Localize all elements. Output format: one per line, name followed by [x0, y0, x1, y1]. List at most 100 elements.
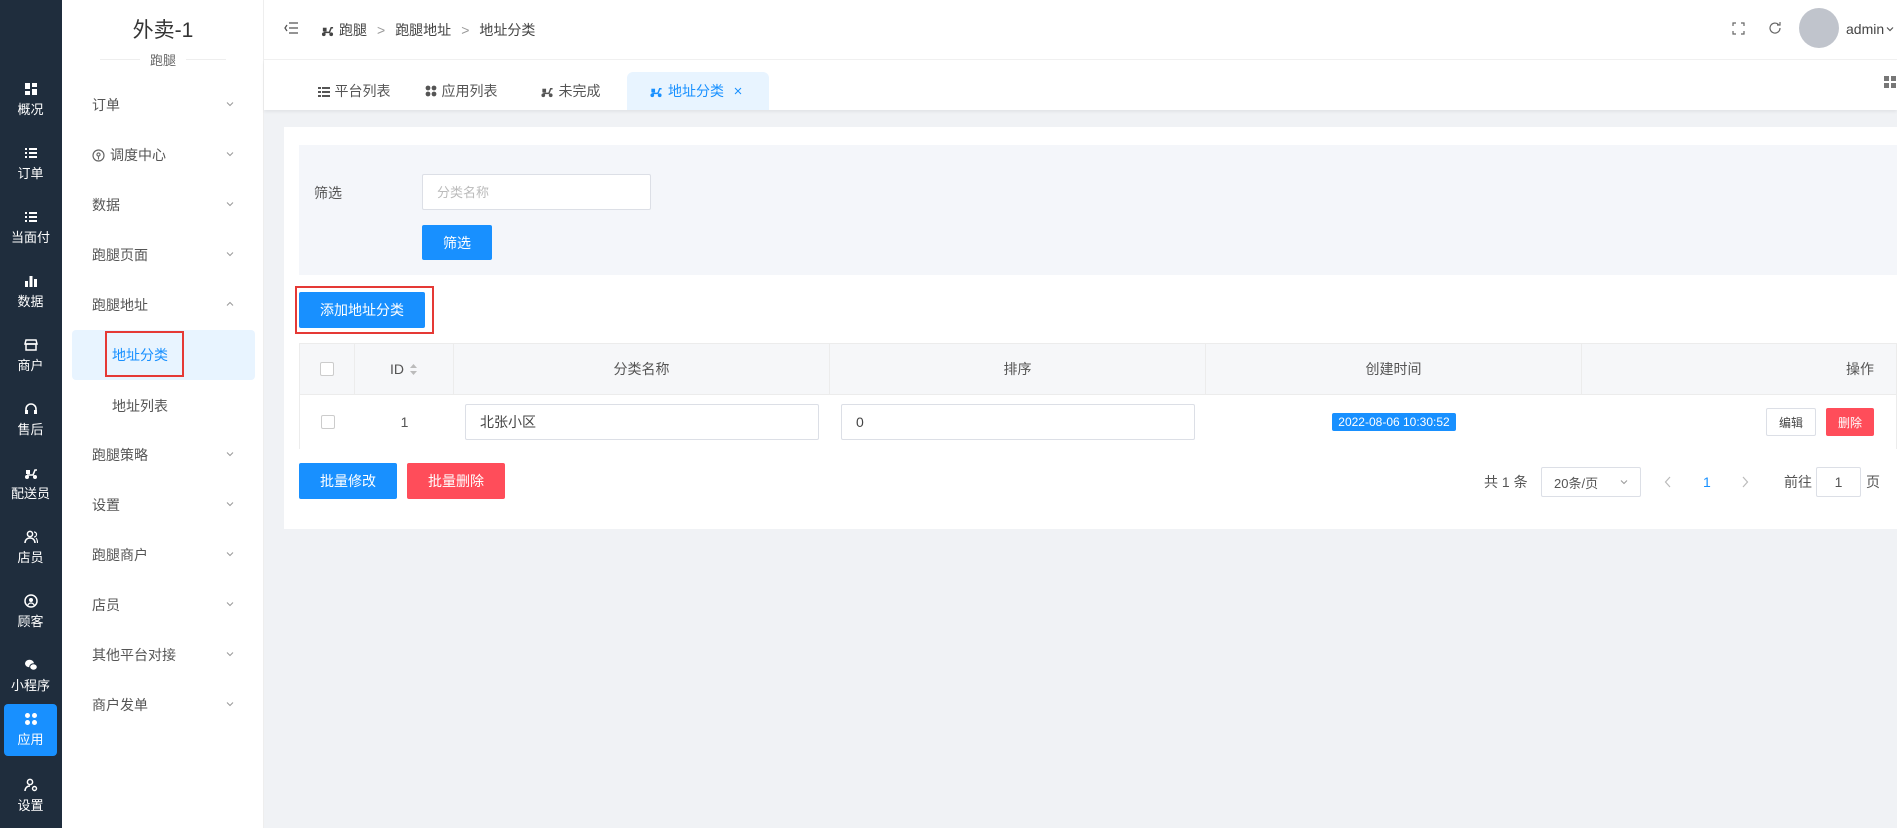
- row-id: 1: [400, 414, 409, 430]
- row-checkbox[interactable]: [320, 415, 335, 429]
- sort-order-field[interactable]: 0: [841, 404, 1195, 440]
- menu-label: 跑腿地址: [92, 297, 148, 313]
- breadcrumb-item[interactable]: 跑腿地址: [395, 20, 451, 40]
- rail-item-customer[interactable]: 顾客: [4, 586, 57, 638]
- row-actions-cell: 编辑 删除: [1582, 395, 1896, 449]
- menu-settings[interactable]: 设置: [62, 483, 264, 527]
- header-checkbox-cell: [300, 344, 355, 394]
- fullscreen-icon[interactable]: [1732, 22, 1745, 35]
- app-subtitle: 跑腿: [62, 50, 264, 69]
- rail-item-data[interactable]: 数据: [4, 266, 57, 318]
- rail-item-overview[interactable]: 概况: [4, 74, 57, 126]
- refresh-icon[interactable]: [1768, 21, 1782, 35]
- menu-label: 店员: [92, 597, 120, 613]
- submenu-address-list[interactable]: 地址列表: [72, 381, 255, 431]
- menu-errand-address[interactable]: 跑腿地址: [62, 283, 264, 327]
- filter-button[interactable]: 筛选: [422, 225, 492, 260]
- user-circle-icon: [23, 594, 38, 608]
- collapse-menu-icon[interactable]: [284, 22, 298, 34]
- header-id[interactable]: ID: [355, 344, 454, 394]
- chevron-up-icon: [226, 301, 234, 306]
- goto-page-input[interactable]: 1: [1816, 467, 1861, 497]
- tab-label: 应用列表: [441, 83, 498, 99]
- chevron-down-icon[interactable]: [1886, 25, 1894, 33]
- tab-incomplete[interactable]: 未完成: [536, 72, 604, 110]
- page-number-current[interactable]: 1: [1703, 467, 1711, 497]
- bulk-delete-button[interactable]: 批量删除: [407, 463, 505, 499]
- chevron-left-icon[interactable]: [1664, 476, 1672, 488]
- close-icon[interactable]: [734, 87, 742, 95]
- bulk-edit-button[interactable]: 批量修改: [299, 463, 397, 499]
- chevron-down-icon: [226, 502, 234, 507]
- menu-label: 地址列表: [112, 398, 168, 414]
- list-icon: [317, 86, 330, 97]
- rail-item-staff[interactable]: 店员: [4, 522, 57, 574]
- rail-label: 顾客: [17, 614, 44, 629]
- created-time-badge: 2022-08-06 10:30:52: [1332, 413, 1456, 431]
- highlight-box: [105, 331, 184, 377]
- chevron-down-icon: [226, 552, 234, 557]
- wechat-icon: [24, 659, 38, 671]
- chevron-right-icon[interactable]: [1741, 476, 1749, 488]
- rail-label: 售后: [17, 422, 44, 437]
- bar-chart-icon: [24, 276, 37, 287]
- dashboard-icon: [24, 83, 37, 95]
- rail-label: 小程序: [10, 678, 50, 693]
- pagination-total: 共 1 条: [1484, 474, 1528, 490]
- menu-staff[interactable]: 店员: [62, 583, 264, 627]
- row-name-cell: 北张小区: [454, 395, 830, 449]
- edit-button[interactable]: 编辑: [1765, 408, 1816, 436]
- menu-merchant-dispatch[interactable]: 商户发单: [62, 683, 264, 727]
- rail-label: 应用: [17, 732, 44, 747]
- filter-panel: [299, 145, 1897, 275]
- menu-errand-strategy[interactable]: 跑腿策略: [62, 433, 264, 477]
- table-row: 1 北张小区 0 2022-08-06 10:30:52 编辑 删除: [300, 395, 1896, 449]
- menu-data[interactable]: 数据: [62, 183, 264, 227]
- chevron-down-icon: [226, 252, 234, 257]
- tab-platform-list[interactable]: 平台列表: [314, 72, 394, 110]
- tab-address-category[interactable]: 地址分类: [627, 72, 769, 110]
- menu-label: 数据: [92, 197, 120, 213]
- menu-label: 商户发单: [92, 697, 148, 713]
- rail-item-orders[interactable]: 订单: [4, 138, 57, 190]
- menu-orders[interactable]: 订单: [62, 83, 264, 127]
- delete-button[interactable]: 删除: [1825, 408, 1874, 436]
- users-icon: [23, 530, 38, 544]
- page-size-value: 20条/页: [1554, 475, 1599, 491]
- menu-errand-pages[interactable]: 跑腿页面: [62, 233, 264, 277]
- menu-errand-merchant[interactable]: 跑腿商户: [62, 533, 264, 577]
- chevron-down-icon: [226, 652, 234, 657]
- chevron-down-icon: [226, 602, 234, 607]
- breadcrumb-item[interactable]: 跑腿: [339, 20, 367, 40]
- rail-item-apps[interactable]: 应用: [4, 704, 57, 756]
- select-all-checkbox[interactable]: [320, 362, 334, 376]
- rail-item-merchant[interactable]: 商户: [4, 330, 57, 382]
- scooter-icon: [540, 87, 553, 97]
- rail-item-courier[interactable]: 配送员: [4, 458, 57, 510]
- rail-item-aftersale[interactable]: 售后: [4, 394, 57, 446]
- rail-label: 设置: [17, 798, 44, 813]
- menu-other-platforms[interactable]: 其他平台对接: [62, 633, 264, 677]
- chevron-down-icon: [226, 152, 234, 157]
- page-suffix: 页: [1866, 474, 1880, 490]
- sort-icon[interactable]: [409, 363, 418, 375]
- avatar[interactable]: [1799, 8, 1839, 48]
- row-sort-cell: 0: [830, 395, 1206, 449]
- rail-label: 配送员: [10, 486, 50, 501]
- header-name: 分类名称: [454, 344, 830, 394]
- breadcrumb: 跑腿 > 跑腿地址 > 地址分类: [320, 20, 535, 40]
- pagination: 共 1 条: [1484, 467, 1528, 497]
- menu-dispatch-center[interactable]: 调度中心: [62, 133, 264, 177]
- rail-label: 概况: [17, 102, 44, 117]
- chevron-down-icon: [226, 202, 234, 207]
- rail-item-face-pay[interactable]: 当面付: [4, 202, 57, 254]
- grid-menu-icon[interactable]: [1884, 76, 1897, 89]
- rail-item-miniprogram[interactable]: 小程序: [4, 650, 57, 702]
- rail-item-settings[interactable]: 设置: [4, 770, 57, 822]
- category-name-field[interactable]: 北张小区: [465, 404, 819, 440]
- category-name-input[interactable]: [422, 174, 651, 210]
- page-size-select[interactable]: 20条/页: [1541, 467, 1641, 497]
- username[interactable]: admin: [1846, 21, 1884, 37]
- tab-app-list[interactable]: 应用列表: [421, 72, 501, 110]
- app-rail: 概况 订单 当面付 数据 商户 售后 配送员 店员 顾客 小程序 应用 设置: [0, 0, 62, 828]
